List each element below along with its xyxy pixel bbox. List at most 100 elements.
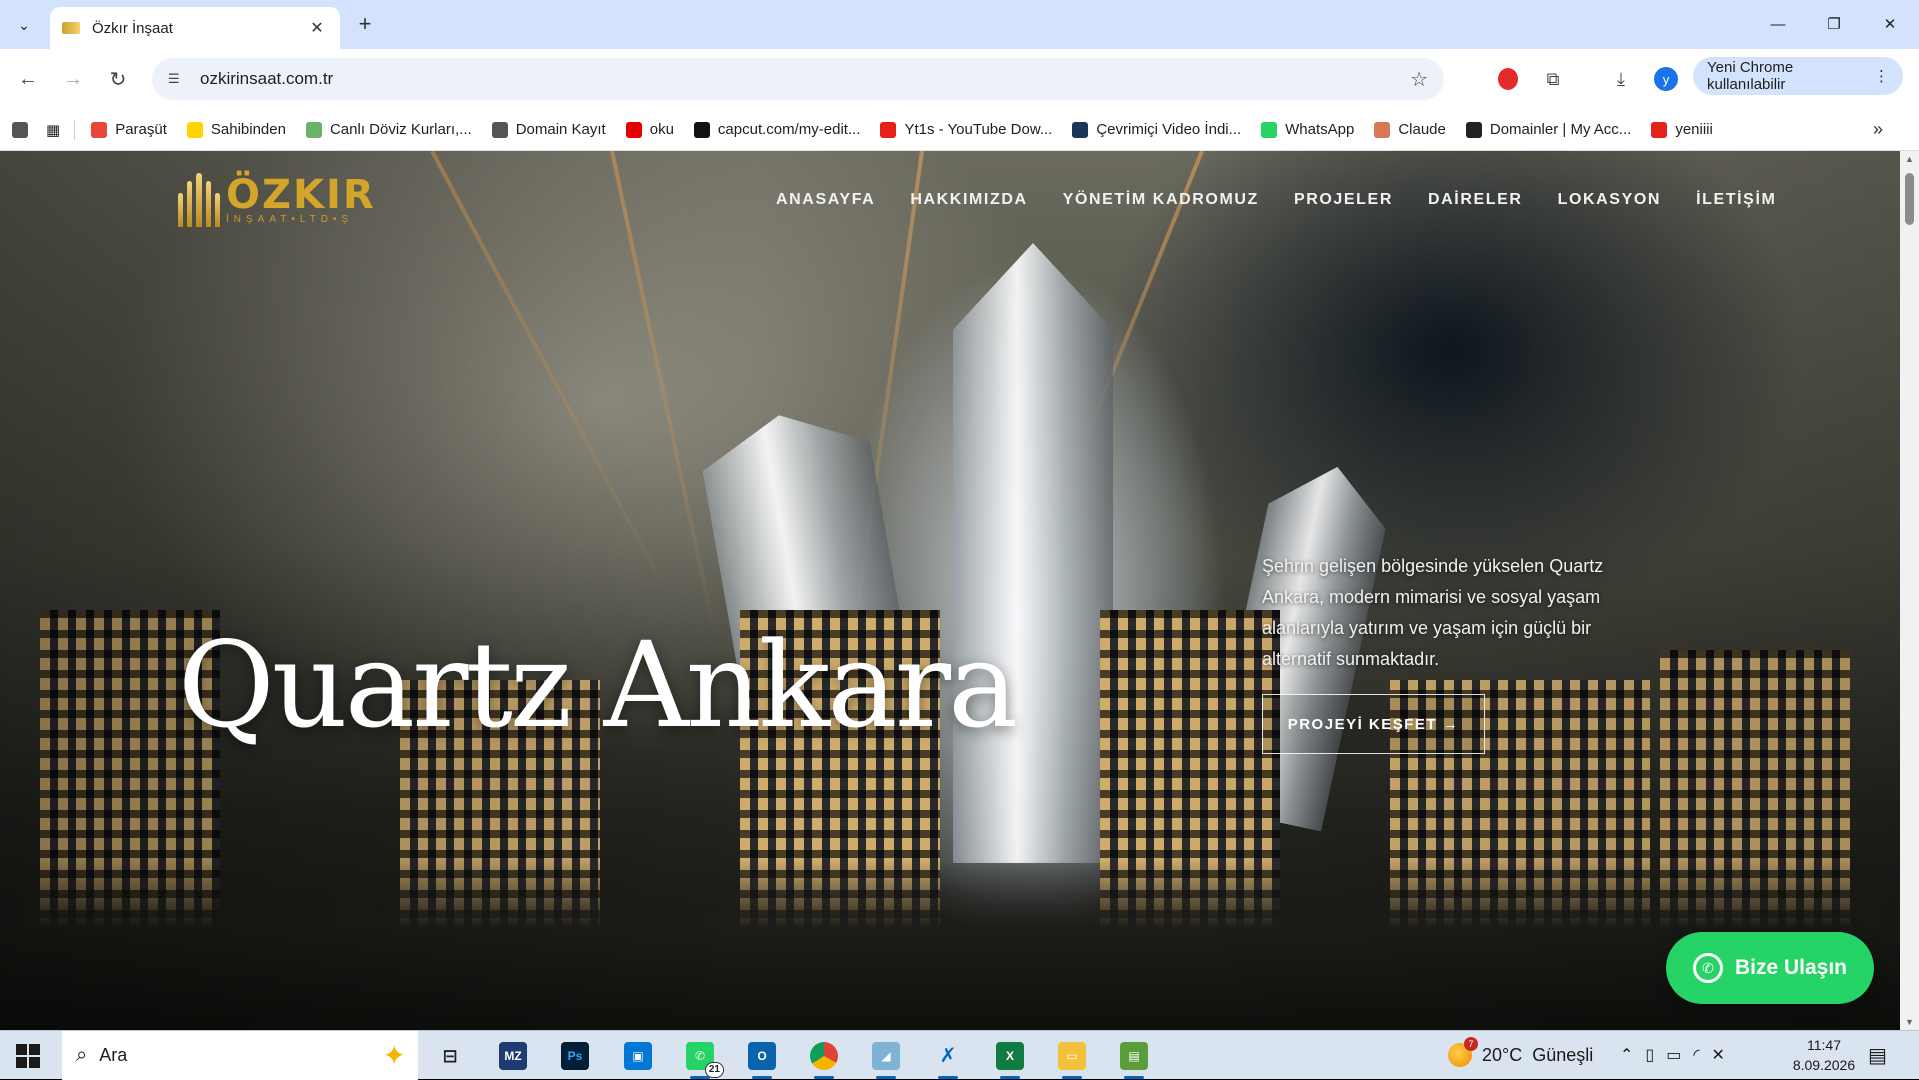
window-close-icon[interactable]: ✕ [1862,8,1918,40]
browser-toolbar: ← → ↻ ☰ ozkirinsaat.com.tr ☆ ⧉ ⤓ y Yeni … [0,49,1919,109]
whatsapp-contact-button[interactable]: ✆ Bize Ulaşın [1666,932,1874,1004]
tab-groups-icon[interactable] [12,121,28,138]
update-label: Yeni Chrome kullanılabilir [1707,59,1794,93]
bookmark-favicon-icon [1651,121,1668,138]
weather-badge: 7 [1464,1037,1478,1051]
weather-widget[interactable]: 7 20°C Güneşli [1448,1037,1594,1067]
restore-icon[interactable]: ❐ [1806,8,1862,40]
explore-project-button[interactable]: PROJEYİ KEŞFET → [1262,694,1485,754]
site-navigation: ANASAYFA HAKKIMIZDA YÖNETİM KADROMUZ PROJEL… [776,191,1776,209]
bookmark-favicon-icon [186,121,203,138]
taskbar-search[interactable]: ⌕ Ara ✦ [62,1031,418,1080]
bookmark-favicon-icon [305,121,322,138]
file-explorer-icon[interactable]: ▭ [1052,1037,1092,1079]
bookmark-item[interactable]: Yt1s - YouTube Dow... [880,121,1052,138]
tray-chevron-up-icon[interactable]: ⌃ [1620,1045,1633,1065]
bookmark-label: Canlı Döviz Kurları,... [329,121,472,138]
site-info-tune-icon[interactable]: ☰ [168,71,186,87]
tool-app-icon[interactable]: ✗ [928,1037,968,1079]
logo-columns-icon [178,173,221,227]
bookmark-favicon-icon [880,121,897,138]
apps-grid-icon[interactable]: ▦ [46,121,60,139]
taskbar-clock[interactable]: 11:47 8.09.2026 [1776,1035,1872,1075]
bookmark-favicon-icon [1374,121,1391,138]
windows-taskbar: ⌕ Ara ✦ ⊟ MZ Ps ▣ ✆ 21 O ◢ ✗ X ▭ ▤ 7 20°C… [0,1030,1919,1080]
bookmark-item[interactable]: yeniiii [1651,121,1713,138]
kebab-menu-icon[interactable]: ⋮ [1874,67,1889,85]
photoshop-icon[interactable]: Ps [555,1037,595,1075]
bookmarks-separator [74,119,76,140]
file-app-icon[interactable]: ◢ [866,1037,906,1079]
chrome-update-button[interactable]: Yeni Chrome kullanılabilir ⋮ [1693,57,1903,95]
back-arrow-icon[interactable]: ← [12,63,44,95]
chart-app-icon[interactable]: ▤ [1114,1037,1154,1079]
bookmark-item[interactable]: Domain Kayıt [491,121,606,138]
bookmark-item[interactable]: Canlı Döviz Kurları,... [305,121,472,138]
profile-avatar[interactable]: y [1650,63,1682,95]
volume-muted-icon[interactable]: ✕ [1712,1045,1725,1065]
minimize-icon[interactable]: — [1750,8,1806,40]
browser-tab-active[interactable]: Özkır İnşaat ✕ [50,7,340,49]
extension-shield-icon[interactable] [1492,63,1524,95]
bookmark-label: WhatsApp [1285,121,1355,138]
bookmark-label: Çevrimiçi Video İndi... [1096,121,1242,138]
start-windows-icon[interactable] [16,1044,40,1068]
bookmark-label: Sahibinden [210,121,286,138]
nav-link[interactable]: LOKASYON [1558,191,1661,209]
bookmark-favicon-icon [491,121,508,138]
nav-link[interactable]: İLETİŞİM [1696,191,1776,209]
bookmark-item[interactable]: Claude [1374,121,1446,138]
extensions-puzzle-icon[interactable]: ⧉ [1537,63,1569,95]
bookmark-item[interactable]: Paraşüt [91,121,167,138]
bookmark-label: Domain Kayıt [515,121,606,138]
nav-link[interactable]: HAKKIMIZDA [910,191,1027,209]
scroll-up-arrow-icon[interactable]: ▲ [1900,151,1919,167]
bookmark-favicon-icon [693,121,710,138]
nav-link[interactable]: PROJELER [1294,191,1393,209]
nav-link[interactable]: DAİRELER [1428,191,1523,209]
downloads-icon[interactable]: ⤓ [1605,63,1637,95]
bookmark-label: Domainler | My Acc... [1489,121,1632,138]
more-bookmarks-chevron-icon[interactable]: » [1873,119,1883,140]
task-view-icon[interactable]: ⊟ [430,1037,470,1075]
bookmark-item[interactable]: oku [625,121,674,138]
new-tab-plus-icon[interactable]: + [352,12,378,38]
scrollbar-thumb[interactable] [1905,173,1914,225]
mz-app-icon[interactable]: MZ [493,1037,533,1075]
bookmark-label: oku [649,121,674,138]
bookmark-item[interactable]: Çevrimiçi Video İndi... [1072,121,1241,138]
outlook-icon[interactable]: O [742,1037,782,1079]
notification-center-icon[interactable]: ▤ [1868,1043,1887,1068]
bookmark-label: capcut.com/my-edit... [717,121,861,138]
chrome-icon[interactable] [804,1037,844,1079]
site-logo[interactable]: ÖZKIR İNŞAAT•LTD•Ş [178,173,376,227]
page-scrollbar[interactable]: ▲ ▼ [1900,151,1919,1030]
tray-device-icon[interactable]: ▯ [1645,1045,1654,1065]
wifi-icon[interactable]: ◜ [1693,1045,1699,1065]
bookmark-item[interactable]: capcut.com/my-edit... [693,121,861,138]
address-bar[interactable]: ☰ ozkirinsaat.com.tr ☆ [152,58,1444,100]
tab-search-chevron-icon[interactable]: ⌄ [8,9,40,41]
battery-icon[interactable]: ▭ [1666,1045,1681,1065]
calendar-app-icon[interactable]: ▣ [618,1037,658,1075]
bookmark-favicon-icon [91,121,108,138]
weather-text: 20°C Güneşli [1482,1044,1594,1065]
excel-icon[interactable]: X [990,1037,1030,1079]
bookmark-item[interactable]: Sahibinden [186,121,286,138]
bookmark-item[interactable]: Domainler | My Acc... [1465,121,1632,138]
bookmark-favicon-icon [1261,121,1278,138]
tab-close-icon[interactable]: ✕ [306,18,328,38]
copilot-sparkle-icon: ✦ [382,1040,406,1071]
reload-icon[interactable]: ↻ [102,63,134,95]
tab-title: Özkır İnşaat [92,19,173,37]
bookmark-item[interactable]: WhatsApp [1261,121,1354,138]
nav-link[interactable]: YÖNETİM KADROMUZ [1063,191,1259,209]
bookmark-star-icon[interactable]: ☆ [1410,67,1428,92]
scroll-down-arrow-icon[interactable]: ▼ [1900,1014,1919,1030]
forward-arrow-icon[interactable]: → [57,63,89,95]
bookmarks-bar: ▦ Paraşüt Sahibinden Canlı Döviz Kurları,.… [0,109,1919,151]
clock-time: 11:47 [1807,1037,1841,1053]
nav-link[interactable]: ANASAYFA [776,191,875,209]
whatsapp-taskbar-icon[interactable]: ✆ 21 [680,1037,724,1079]
url-text[interactable]: ozkirinsaat.com.tr [200,69,1410,89]
